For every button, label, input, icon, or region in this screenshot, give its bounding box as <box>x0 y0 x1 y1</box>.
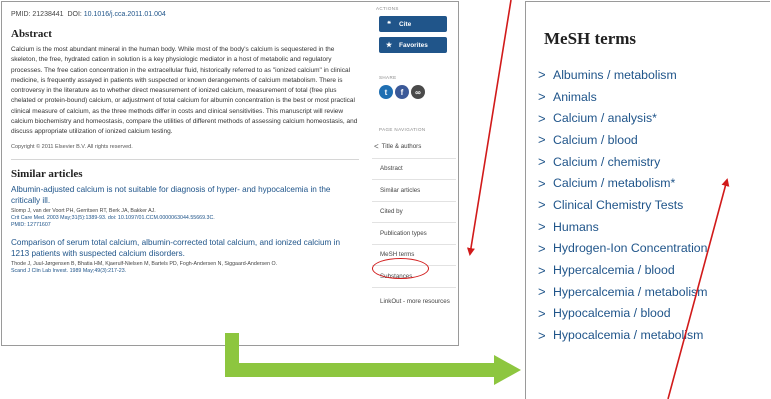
abstract-heading: Abstract <box>11 28 52 40</box>
chevron-right-icon: > <box>538 327 546 343</box>
similar-article-citation[interactable]: Scand J Clin Lab Invest. 1989 May;49(3):… <box>11 268 359 275</box>
facebook-icon[interactable]: f <box>395 85 409 99</box>
article-ids: PMID: 21238441 DOI: 10.1016/j.cca.2011.0… <box>11 11 166 18</box>
similar-article-title-link[interactable]: Comparison of serum total calcium, album… <box>11 237 359 259</box>
mesh-term-label: Calcium / metabolism* <box>553 176 676 191</box>
copyright-text: Copyright © 2011 Elsevier B.V. All right… <box>11 143 133 150</box>
similar-article-authors: Slomp J, van der Voort PH, Gerritsen RT,… <box>11 207 156 214</box>
mesh-term-label: Hypercalcemia / metabolism <box>553 284 708 299</box>
mesh-terms-panel: MeSH terms > Albumins / metabolism > Anima… <box>525 1 770 399</box>
chevron-right-icon: > <box>538 219 546 235</box>
mesh-term-item[interactable]: > Hydrogen-Ion Concentration <box>538 238 770 260</box>
similar-article: Comparison of serum total calcium, album… <box>11 237 359 275</box>
mesh-terms-highlight-ellipse <box>372 258 429 279</box>
nav-cited-by-label: Cited by <box>380 208 403 216</box>
mesh-term-label: Hypocalcemia / blood <box>553 306 671 321</box>
mesh-term-item[interactable]: > Calcium / metabolism* <box>538 172 770 194</box>
pmid-text: PMID: 21238441 <box>11 11 64 18</box>
nav-linkout-label: LinkOut - more resources <box>380 298 450 305</box>
quote-icon: ❝ <box>387 21 391 28</box>
doi-link[interactable]: 10.1016/j.cca.2011.01.004 <box>84 11 166 18</box>
mesh-term-item[interactable]: > Hypocalcemia / blood <box>538 303 770 325</box>
mesh-term-label: Calcium / blood <box>553 132 638 147</box>
similar-articles-heading: Similar articles <box>11 167 83 180</box>
mesh-term-label: Calcium / chemistry <box>553 154 661 169</box>
nav-linkout[interactable]: LinkOut - more resources <box>372 286 456 317</box>
mesh-terms-list: > Albumins / metabolism > Animals > Calcium… <box>538 64 770 346</box>
mesh-term-item[interactable]: > Hypercalcemia / metabolism <box>538 281 770 303</box>
mesh-terms-title: MeSH terms <box>544 29 637 48</box>
chevron-right-icon: > <box>538 175 546 191</box>
article-main: Abstract Calcium is the most abundant mi… <box>11 28 359 275</box>
star-icon: ★ <box>385 42 393 49</box>
nav-cited-by[interactable]: Cited by <box>372 200 456 223</box>
permalink-icon[interactable]: ∞ <box>411 85 425 99</box>
chevron-right-icon: > <box>538 154 546 170</box>
chevron-right-icon: > <box>538 89 546 105</box>
chevron-right-icon: > <box>538 262 546 278</box>
favorites-button[interactable]: ★ Favorites <box>379 37 447 53</box>
nav-title-authors[interactable]: < Title & authors <box>372 136 456 158</box>
similar-article-authors: Thode J, Juul-Jørgensen B, Bhatia HM, Kj… <box>11 260 278 267</box>
cite-button-label: Cite <box>399 20 412 28</box>
doi-label: DOI: <box>67 11 82 18</box>
similar-article: Albumin-adjusted calcium is not suitable… <box>11 184 359 229</box>
nav-publication-types-label: Publication types <box>380 229 427 237</box>
nav-publication-types[interactable]: Publication types <box>372 222 456 244</box>
article-panel: PMID: 21238441 DOI: 10.1016/j.cca.2011.0… <box>1 1 459 346</box>
mesh-term-item[interactable]: > Clinical Chemistry Tests <box>538 194 770 216</box>
section-divider <box>11 158 359 160</box>
mesh-term-label: Clinical Chemistry Tests <box>553 197 684 212</box>
similar-article-citation[interactable]: Crit Care Med. 2003 May;31(5):1389-93. d… <box>11 215 359 222</box>
mesh-term-item[interactable]: > Calcium / chemistry <box>538 151 770 173</box>
share-label: SHARE <box>379 75 397 80</box>
mesh-term-item[interactable]: > Albumins / metabolism <box>538 64 770 86</box>
mesh-term-label: Hypercalcemia / blood <box>553 263 675 278</box>
chevron-right-icon: > <box>538 240 546 256</box>
nav-title-authors-label: Title & authors <box>381 143 422 151</box>
mesh-term-item[interactable]: > Calcium / blood <box>538 129 770 151</box>
nav-abstract-label: Abstract <box>380 165 403 173</box>
similar-article-pmid[interactable]: PMID: 12771607 <box>11 222 359 229</box>
chevron-right-icon: > <box>538 284 546 300</box>
mesh-term-label: Animals <box>553 89 597 104</box>
nav-abstract[interactable]: Abstract <box>372 157 456 180</box>
mesh-term-item[interactable]: > Hypercalcemia / blood <box>538 259 770 281</box>
mesh-term-label: Albumins / metabolism <box>553 67 677 82</box>
chevron-right-icon: > <box>538 67 546 83</box>
chevron-right-icon: > <box>538 197 546 213</box>
mesh-term-item[interactable]: > Humans <box>538 216 770 238</box>
nav-similar-label: Similar articles <box>380 186 421 194</box>
mesh-term-label: Humans <box>553 219 599 234</box>
cite-button[interactable]: ❝ Cite <box>379 16 447 32</box>
mesh-term-label: Calcium / analysis* <box>553 111 657 126</box>
page-navigation: < Title & authors Abstract Similar artic… <box>372 136 456 317</box>
red-annotation-arrow-top <box>467 0 512 256</box>
page-navigation-label: PAGE NAVIGATION <box>379 127 426 132</box>
chevron-left-icon: < <box>374 142 379 152</box>
mesh-term-item[interactable]: > Hypocalcemia / metabolism <box>538 324 770 346</box>
similar-article-title-link[interactable]: Albumin-adjusted calcium is not suitable… <box>11 184 359 206</box>
actions-label: ACTIONS <box>376 6 399 11</box>
twitter-icon[interactable]: t <box>379 85 393 99</box>
chevron-right-icon: > <box>538 110 546 126</box>
chevron-right-icon: > <box>538 305 546 321</box>
mesh-term-item[interactable]: > Calcium / analysis* <box>538 107 770 129</box>
mesh-term-label: Hypocalcemia / metabolism <box>553 328 704 343</box>
mesh-term-label: Hydrogen-Ion Concentration <box>553 241 708 256</box>
abstract-text: Calcium is the most abundant mineral in … <box>11 46 358 136</box>
mesh-term-item[interactable]: > Animals <box>538 86 770 108</box>
favorites-button-label: Favorites <box>399 41 428 49</box>
chevron-right-icon: > <box>538 132 546 148</box>
nav-similar-articles[interactable]: Similar articles <box>372 179 456 201</box>
